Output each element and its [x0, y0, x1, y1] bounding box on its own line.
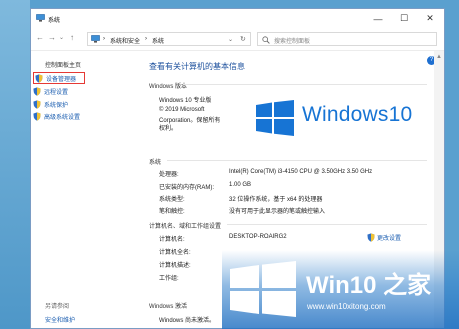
title-bar: 系统 — ☐ ✕: [31, 9, 444, 28]
up-arrow-icon[interactable]: ↑: [70, 33, 74, 42]
edition-name: Windows 10 专业版: [159, 98, 212, 104]
see-also-heading: 另请参阅: [45, 304, 70, 310]
breadcrumb-system-security[interactable]: 系统和安全: [110, 36, 140, 45]
search-placeholder: 搜索控制面板: [274, 39, 311, 45]
close-button[interactable]: ✕: [417, 9, 443, 28]
sidebar-item-label: 设备管理器: [46, 76, 77, 83]
desktop-background: [0, 0, 30, 329]
refresh-icon[interactable]: ↻: [240, 35, 246, 43]
section-divider: [183, 84, 427, 85]
windows-logo-icon: [256, 100, 294, 136]
windows-logo-text: Windows10: [302, 103, 413, 126]
edition-section-title: Windows 版本: [149, 84, 188, 90]
computer-name-value: DESKTOP-ROAIRG2: [229, 234, 287, 240]
sidebar: 控制面板主页 设备管理器 远程设置 系统保护 高级系统设置 另请参阅 安全和维护: [31, 51, 139, 328]
processor-value: Intel(R) Core(TM) i3-4150 CPU @ 3.50GHz …: [229, 169, 373, 175]
breadcrumb-separator: ›: [103, 36, 105, 42]
full-name-label: 计算机全名:: [159, 250, 191, 256]
copyright-line-3: 权利。: [159, 126, 178, 132]
watermark-title: Win10 之家: [306, 272, 432, 299]
computer-icon: [36, 14, 45, 22]
watermark-url: www.win10xitong.com: [307, 302, 386, 311]
search-icon: [262, 36, 270, 44]
shield-icon: [33, 86, 41, 96]
sidebar-home-link[interactable]: 控制面板主页: [45, 60, 81, 69]
section-divider: [227, 224, 427, 225]
sidebar-item-label: 高级系统设置: [44, 114, 81, 121]
control-panel-icon: [91, 35, 100, 43]
sidebar-item-remote-settings[interactable]: 远程设置: [33, 85, 68, 97]
computer-section-title: 计算机名、域和工作组设置: [149, 224, 222, 230]
scroll-up-icon[interactable]: ▲: [436, 54, 442, 60]
address-bar[interactable]: › 系统和安全 › 系统 ⌄ ↻: [87, 32, 251, 46]
shield-icon: [33, 111, 41, 121]
processor-label: 处理器:: [159, 172, 179, 178]
maximize-button[interactable]: ☐: [391, 9, 417, 28]
windows-watermark-logo-icon: [230, 261, 296, 317]
sidebar-item-label: 系统保护: [44, 102, 69, 109]
description-label: 计算机描述:: [159, 263, 191, 269]
computer-name-label: 计算机名:: [159, 237, 185, 243]
ram-label: 已安装的内存(RAM):: [159, 185, 214, 191]
page-title: 查看有关计算机的基本信息: [149, 62, 245, 71]
workgroup-label: 工作组:: [159, 276, 179, 282]
sidebar-item-label: 远程设置: [44, 89, 69, 96]
system-section-title: 系统: [149, 160, 162, 166]
address-toolbar: ← → ⌄ ↑ › 系统和安全 › 系统 ⌄ ↻ 搜索控制面板: [31, 28, 444, 51]
breadcrumb-separator: ›: [145, 36, 147, 42]
ram-value: 1.00 GB: [229, 182, 252, 188]
shield-icon: [33, 99, 41, 109]
system-type-value: 32 位操作系统，基于 x64 的处理器: [229, 197, 323, 203]
minimize-button[interactable]: —: [365, 9, 391, 28]
shield-icon: [367, 233, 375, 242]
activation-status: Windows 尚未激活。: [159, 318, 216, 324]
section-divider: [167, 160, 427, 161]
shield-icon: [35, 73, 43, 83]
change-settings-label: 更改设置: [377, 236, 402, 242]
search-input[interactable]: 搜索控制面板: [257, 32, 437, 46]
sidebar-item-system-protection[interactable]: 系统保护: [33, 98, 68, 110]
sidebar-item-device-manager[interactable]: 设备管理器: [33, 72, 85, 84]
window-title: 系统: [48, 18, 61, 24]
sidebar-item-advanced-settings[interactable]: 高级系统设置: [33, 110, 80, 122]
system-type-label: 系统类型:: [159, 197, 185, 203]
address-dropdown-icon[interactable]: ⌄: [228, 36, 233, 43]
watermark-banner: Win10 之家 www.win10xitong.com: [222, 250, 459, 329]
copyright-line-1: © 2019 Microsoft: [159, 107, 205, 113]
recent-dropdown-icon[interactable]: ⌄: [59, 34, 64, 41]
pen-touch-value: 没有可用于此显示器的笔或触控输入: [229, 209, 326, 215]
activation-section-title: Windows 激活: [149, 304, 188, 310]
security-maintenance-link[interactable]: 安全和维护: [45, 315, 75, 324]
forward-arrow-icon[interactable]: →: [48, 33, 56, 42]
back-arrow-icon[interactable]: ←: [36, 33, 44, 42]
breadcrumb-system[interactable]: 系统: [152, 36, 164, 45]
pen-touch-label: 笔和触控:: [159, 209, 185, 215]
change-settings-link[interactable]: 更改设置: [367, 233, 401, 242]
